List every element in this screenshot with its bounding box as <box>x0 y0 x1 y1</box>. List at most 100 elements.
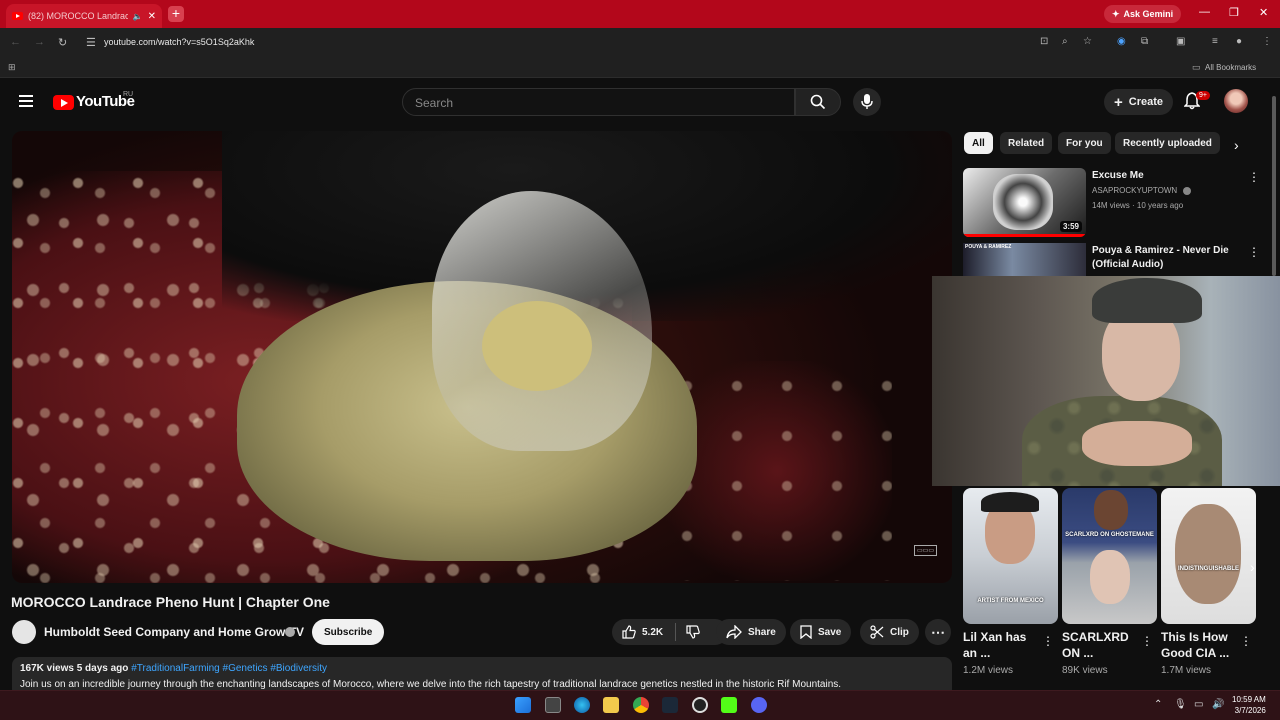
chip-recently-uploaded[interactable]: Recently uploaded <box>1115 132 1220 154</box>
forward-icon[interactable]: → <box>34 36 45 48</box>
search-button[interactable] <box>795 88 841 116</box>
chip-all[interactable]: All <box>964 132 993 154</box>
extension-icon[interactable]: ◉ <box>1117 36 1126 47</box>
clock-time: 10:59 AM <box>1232 695 1266 704</box>
video-thumbnail[interactable]: POUYA & RAMIREZ <box>963 243 1086 279</box>
clip-label: Clip <box>890 626 909 638</box>
chip-related[interactable]: Related <box>1000 132 1053 154</box>
file-explorer-icon[interactable] <box>603 697 619 713</box>
share-icon <box>726 625 742 639</box>
short-thumbnail[interactable]: ARTIST FROM MEXICO <box>963 488 1058 624</box>
gemini-icon: ✦ <box>1112 8 1120 19</box>
save-button[interactable]: Save <box>790 619 852 645</box>
ask-gemini-button[interactable]: ✦ Ask Gemini <box>1104 5 1182 23</box>
install-app-icon[interactable]: ⊡ <box>1040 36 1048 47</box>
channel-name[interactable]: Humboldt Seed Company and Home Grow TV <box>44 625 304 639</box>
plus-icon: + <box>1114 93 1123 111</box>
obs-icon[interactable] <box>692 697 708 713</box>
kick-icon[interactable] <box>721 697 737 713</box>
short-menu-icon[interactable]: ⋮ <box>1042 634 1054 648</box>
short-title[interactable]: SCARLXRD ON ... <box>1062 629 1140 661</box>
video-thumbnail[interactable]: 3:59 <box>963 168 1086 237</box>
video-title-link[interactable]: Pouya & Ramirez - Never Die (Official Au… <box>1092 244 1237 272</box>
hashtags[interactable]: #TraditionalFarming #Genetics #Biodivers… <box>131 663 327 674</box>
apps-grid-icon[interactable]: ⊞ <box>8 62 16 73</box>
save-label: Save <box>818 626 842 638</box>
verified-badge-icon <box>1183 187 1191 195</box>
channel-avatar[interactable] <box>12 620 36 644</box>
video-title-link[interactable]: Excuse Me <box>1092 169 1237 183</box>
reload-icon[interactable]: ↻ <box>58 36 67 49</box>
guide-menu-icon[interactable] <box>19 95 33 110</box>
video-frame-powder <box>482 301 592 391</box>
bookmark-star-icon[interactable]: ☆ <box>1083 36 1092 47</box>
more-actions-icon[interactable]: ⋯ <box>925 619 951 645</box>
short-views: 1.2M views <box>963 665 1014 676</box>
tray-overflow-icon[interactable]: ⌃ <box>1154 699 1162 710</box>
microphone-tray-icon[interactable]: 🎙 <box>1174 699 1187 710</box>
profile-icon[interactable]: ● <box>1236 36 1242 47</box>
video-player[interactable]: ▭▭▭ <box>12 131 952 583</box>
browser-tab[interactable]: (82) MOROCCO Landrace P 🔈 ✕ <box>6 4 162 28</box>
new-tab-button[interactable]: + <box>168 6 184 22</box>
site-info-icon[interactable]: ☰ <box>86 36 96 49</box>
sidepanel-icon[interactable]: ▣ <box>1176 36 1185 47</box>
tab-audio-icon[interactable]: 🔈 <box>133 12 143 21</box>
chevron-right-icon[interactable]: › <box>1234 137 1239 153</box>
browser-menu-icon[interactable]: ⋮ <box>1262 36 1272 47</box>
thumbs-down-icon[interactable] <box>686 625 700 639</box>
tab-title: (82) MOROCCO Landrace P <box>28 11 128 21</box>
bookmarks-bar <box>0 58 1280 78</box>
menu-list-icon[interactable]: ≡ <box>1212 36 1218 47</box>
discord-icon[interactable] <box>751 697 767 713</box>
clock-date: 3/7/2026 <box>1234 706 1266 715</box>
minimize-icon[interactable]: — <box>1199 6 1210 18</box>
channel-name[interactable]: ASAPROCKYUPTOWN <box>1092 186 1177 195</box>
all-bookmarks-link[interactable]: All Bookmarks <box>1205 63 1256 72</box>
thumbs-up-icon <box>622 625 636 639</box>
short-menu-icon[interactable]: ⋮ <box>1240 634 1252 648</box>
chip-for-you[interactable]: For you <box>1058 132 1111 154</box>
chevron-right-icon[interactable]: › <box>1250 559 1255 575</box>
taskbar-clock[interactable]: 10:59 AM 3/7/2026 <box>1232 694 1266 716</box>
clip-button[interactable]: Clip <box>860 619 919 645</box>
short-views: 89K views <box>1062 665 1108 676</box>
youtube-logo-icon[interactable] <box>53 95 74 110</box>
extensions-puzzle-icon[interactable]: ⧉ <box>1141 36 1148 47</box>
share-button[interactable]: Share <box>716 619 786 645</box>
volume-icon[interactable]: 🔊 <box>1212 699 1224 710</box>
tab-close-icon[interactable]: ✕ <box>148 11 156 22</box>
short-title[interactable]: Lil Xan has an ... <box>963 629 1041 661</box>
task-view-icon[interactable] <box>545 697 561 713</box>
video-frame-background-right <box>662 361 892 581</box>
short-title[interactable]: This Is How Good CIA ... <box>1161 629 1239 661</box>
thumbnail-label: POUYA & RAMIREZ <box>965 244 1012 250</box>
create-button[interactable]: + Create <box>1104 89 1174 115</box>
folder-icon: ▭ <box>1192 62 1201 72</box>
chrome-browser-icon[interactable] <box>633 697 649 713</box>
display-tray-icon[interactable]: ▭ <box>1194 699 1203 710</box>
description-text: Join us on an incredible journey through… <box>20 679 842 690</box>
maximize-icon[interactable]: ❐ <box>1229 6 1239 19</box>
video-meta: 14M views · 10 years ago <box>1092 201 1184 210</box>
zoom-icon[interactable]: ⌕ <box>1062 36 1068 47</box>
steam-icon[interactable] <box>662 697 678 713</box>
voice-search-button[interactable] <box>853 88 881 116</box>
video-menu-icon[interactable]: ⋮ <box>1248 245 1260 259</box>
subscribe-button[interactable]: Subscribe <box>312 619 385 645</box>
streamer-cap <box>1092 278 1202 323</box>
back-icon[interactable]: ← <box>10 36 21 48</box>
video-menu-icon[interactable]: ⋮ <box>1248 170 1260 184</box>
video-title: MOROCCO Landrace Pheno Hunt | Chapter On… <box>11 594 330 610</box>
start-windows-icon[interactable] <box>515 697 531 713</box>
page-scrollbar[interactable] <box>1272 96 1276 276</box>
search-input[interactable]: Search <box>402 88 795 116</box>
short-menu-icon[interactable]: ⋮ <box>1141 634 1153 648</box>
close-window-icon[interactable]: ✕ <box>1259 6 1268 19</box>
short-thumbnail[interactable]: SCARLXRD ON GHOSTEMANE <box>1062 488 1157 624</box>
account-avatar[interactable] <box>1224 89 1248 113</box>
like-button[interactable]: 5.2K <box>622 625 663 639</box>
short-thumbnail[interactable]: INDISTINGUISHABLE <box>1161 488 1256 624</box>
url-field[interactable]: youtube.com/watch?v=s5O1Sq2aKhk <box>104 37 254 47</box>
edge-browser-icon[interactable] <box>574 697 590 713</box>
